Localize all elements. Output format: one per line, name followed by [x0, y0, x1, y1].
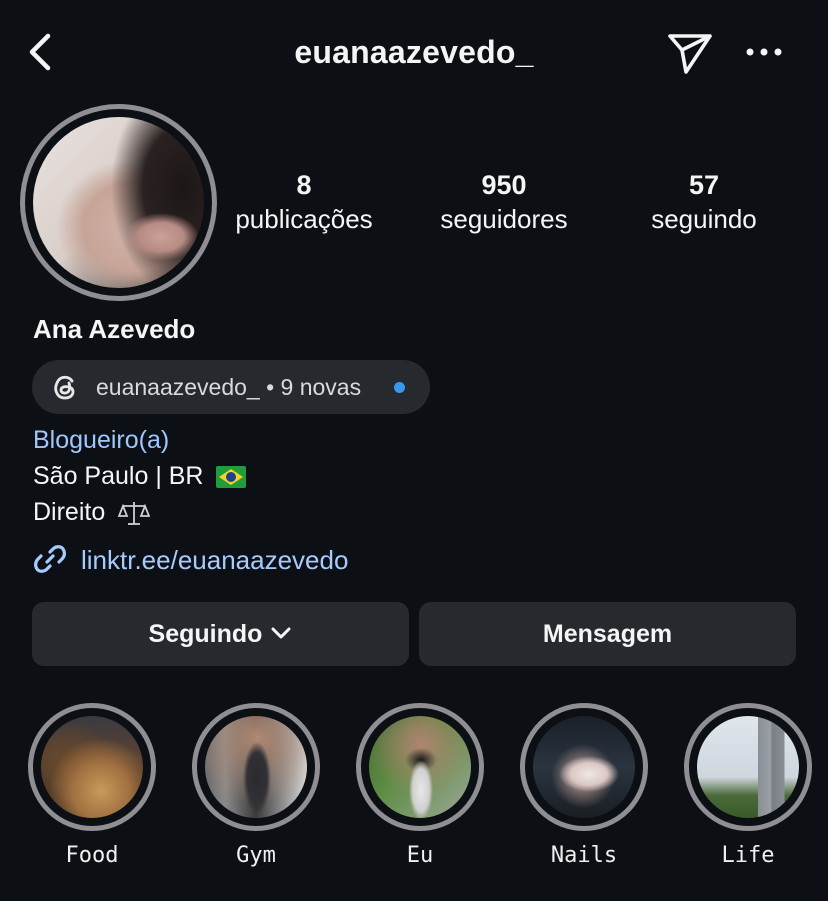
more-options-button[interactable]	[742, 36, 786, 68]
bio-line-field: Direito	[33, 498, 151, 527]
highlight-cover-gym	[205, 716, 307, 818]
highlight-cover-eu	[369, 716, 471, 818]
following-button[interactable]: Seguindo	[32, 602, 409, 666]
highlight-ring	[684, 703, 812, 831]
highlight-ring	[520, 703, 648, 831]
message-button-label: Mensagem	[542, 620, 673, 648]
stat-following-label: seguindo	[651, 204, 757, 234]
highlight-label: Food	[65, 843, 119, 868]
following-button-label: Seguindo	[148, 620, 263, 648]
highlight-ring	[356, 703, 484, 831]
profile-category: Blogueiro(a)	[33, 426, 170, 454]
stat-followers[interactable]: 950 seguidores	[414, 168, 594, 236]
send-message-button[interactable]	[664, 28, 716, 76]
new-posts-dot	[394, 382, 405, 393]
stat-posts-count: 8	[296, 170, 312, 200]
highlight-eu[interactable]: Eu	[356, 703, 484, 868]
bio-location-text: São Paulo | BR	[33, 462, 204, 490]
highlight-ring	[192, 703, 320, 831]
stat-followers-count: 950	[481, 170, 527, 200]
send-icon	[668, 34, 712, 74]
threads-badge[interactable]: euanaazevedo_ • 9 novas	[32, 360, 430, 414]
profile-avatar[interactable]	[20, 104, 217, 301]
highlight-label: Eu	[406, 843, 434, 868]
chevron-down-icon	[271, 627, 291, 639]
link-icon	[34, 545, 66, 573]
more-icon	[746, 48, 782, 56]
avatar-photo	[33, 117, 204, 288]
message-button[interactable]: Mensagem	[419, 602, 796, 666]
stat-followers-label: seguidores	[440, 204, 568, 234]
highlight-label: Life	[721, 843, 775, 868]
scales-icon	[118, 502, 151, 526]
display-name: Ana Azevedo	[33, 314, 196, 344]
highlight-cover-food	[41, 716, 143, 818]
highlight-gym[interactable]: Gym	[192, 703, 320, 868]
highlight-ring	[28, 703, 156, 831]
top-bar: euanaazevedo_	[0, 0, 828, 104]
profile-link-text: linktr.ee/euanaazevedo	[81, 545, 349, 575]
highlight-label: Gym	[236, 843, 276, 868]
highlight-food[interactable]: Food	[28, 703, 156, 868]
threads-icon	[54, 375, 75, 400]
stat-following-count: 57	[688, 170, 720, 200]
threads-badge-text: euanaazevedo_ • 9 novas	[96, 374, 362, 400]
bio-field-text: Direito	[33, 498, 106, 526]
highlight-cover-nails	[533, 716, 635, 818]
stat-posts-label: publicações	[235, 204, 373, 234]
highlight-label: Nails	[550, 843, 618, 868]
bio-line-location: São Paulo | BR	[33, 462, 247, 491]
highlight-nails[interactable]: Nails	[520, 703, 648, 868]
highlight-cover-life	[697, 716, 799, 818]
stat-posts[interactable]: 8 publicações	[214, 168, 394, 236]
highlight-life[interactable]: Life	[684, 703, 812, 868]
stat-following[interactable]: 57 seguindo	[614, 168, 794, 236]
brazil-flag-icon	[216, 466, 247, 489]
